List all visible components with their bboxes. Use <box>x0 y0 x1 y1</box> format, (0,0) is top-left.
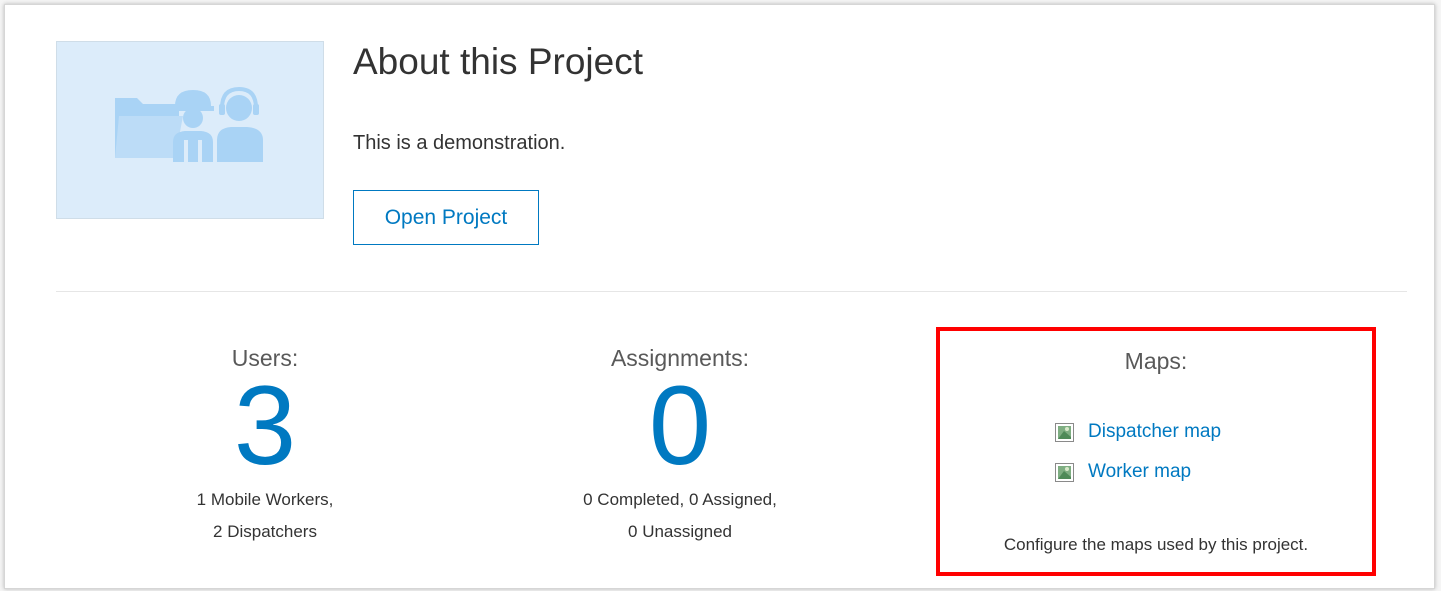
project-overview-panel: About this Project This is a demonstrati… <box>4 4 1435 589</box>
assignments-breakdown: 0 Completed, 0 Assigned, 0 Unassigned <box>530 484 830 548</box>
assignments-stat: Assignments: 0 0 Completed, 0 Assigned, … <box>530 345 830 548</box>
dispatcher-map-link[interactable]: Dispatcher map <box>1055 421 1221 443</box>
users-stat: Users: 3 1 Mobile Workers, 2 Dispatchers <box>115 345 415 548</box>
page-title: About this Project <box>353 41 643 82</box>
maps-config-text: Configure the maps used by this project. <box>1003 535 1309 554</box>
project-description: This is a demonstration. <box>353 132 566 154</box>
assignments-breakdown-line2: 0 Unassigned <box>628 522 732 541</box>
worker-map-link[interactable]: Worker map <box>1055 461 1191 483</box>
section-divider <box>56 291 1407 292</box>
project-thumbnail <box>56 41 324 219</box>
maps-section: Maps: Dispatcher map Worker map Configur… <box>936 327 1376 576</box>
assignments-breakdown-line1: 0 Completed, 0 Assigned, <box>583 490 777 509</box>
users-breakdown-line1: 1 Mobile Workers, <box>196 490 334 509</box>
worker-map-label: Worker map <box>1088 461 1192 482</box>
map-thumbnail-icon <box>1055 462 1074 482</box>
users-count: 3 <box>233 363 297 488</box>
dispatcher-map-label: Dispatcher map <box>1088 421 1222 442</box>
assignments-count: 0 <box>648 363 712 488</box>
project-team-icon <box>115 86 263 162</box>
map-thumbnail-icon <box>1055 422 1074 442</box>
open-project-button[interactable]: Open Project <box>353 190 539 245</box>
users-breakdown: 1 Mobile Workers, 2 Dispatchers <box>115 484 415 548</box>
users-breakdown-line2: 2 Dispatchers <box>213 522 317 541</box>
maps-label: Maps: <box>1124 348 1188 374</box>
